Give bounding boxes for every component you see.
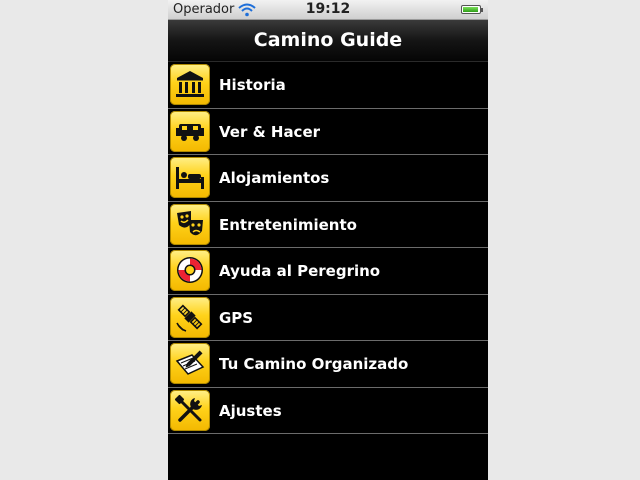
pencil-notepad-icon xyxy=(170,343,210,384)
menu-item-label: Ayuda al Peregrino xyxy=(219,262,381,280)
menu-item-gps[interactable]: GPS xyxy=(168,294,488,341)
menu-item-ayuda-peregrino[interactable]: Ayuda al Peregrino xyxy=(168,248,488,295)
phone-screen: Operador 19:12 Camino Guide Historia Ver… xyxy=(168,0,488,480)
satellite-icon xyxy=(170,296,210,338)
bed-icon xyxy=(170,157,210,198)
menu-item-label: Ajustes xyxy=(219,401,282,420)
menu-item-label: Alojamientos xyxy=(219,169,330,187)
tools-icon xyxy=(170,389,210,431)
menu-item-alojamientos[interactable]: Alojamientos xyxy=(168,155,488,202)
status-bar: Operador 19:12 xyxy=(168,0,488,20)
menu-item-historia[interactable]: Historia xyxy=(168,62,488,109)
theater-masks-icon xyxy=(170,203,210,245)
navigation-bar: Camino Guide xyxy=(168,20,488,62)
menu-item-label: Tu Camino Organizado xyxy=(219,355,409,373)
menu-item-label: Historia xyxy=(219,76,286,94)
battery-icon xyxy=(461,5,483,14)
menu-item-entretenimiento[interactable]: Entretenimiento xyxy=(168,201,488,248)
battery-level-fill xyxy=(463,7,478,12)
status-time: 19:12 xyxy=(305,1,351,17)
lifebuoy-icon xyxy=(170,250,210,291)
main-menu: Historia Ver & Hacer Alojamientos Entret… xyxy=(168,62,488,434)
museum-icon xyxy=(170,64,210,105)
page-title: Camino Guide xyxy=(253,29,403,51)
menu-item-label: GPS xyxy=(219,308,254,327)
menu-item-tu-camino-organizado[interactable]: Tu Camino Organizado xyxy=(168,341,488,388)
menu-item-ver-hacer[interactable]: Ver & Hacer xyxy=(168,108,488,155)
menu-item-label: Entretenimiento xyxy=(219,215,357,234)
menu-item-label: Ver & Hacer xyxy=(219,122,321,141)
menu-item-ajustes[interactable]: Ajustes xyxy=(168,387,488,434)
sightseeing-icon xyxy=(170,110,210,152)
